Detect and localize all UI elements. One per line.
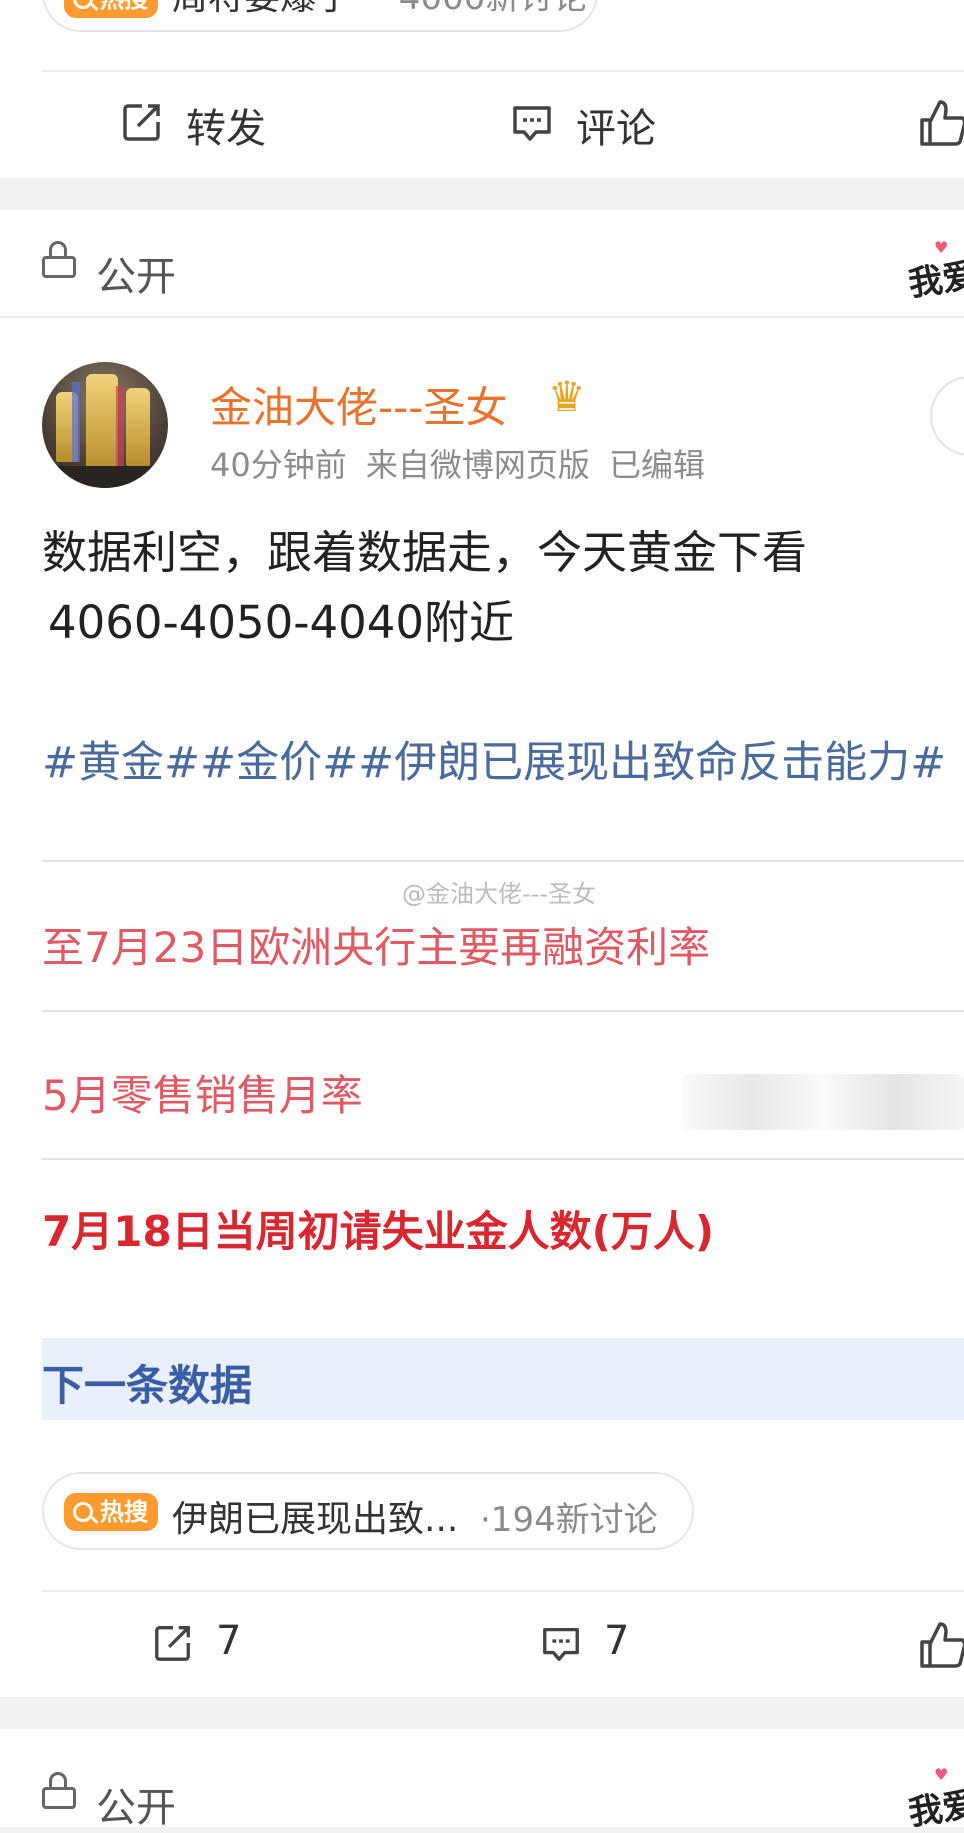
embed-row-1-text: 至7月23日欧洲央行主要再融资利率: [42, 923, 711, 972]
visibility-label: 公开: [96, 254, 176, 300]
edited-label: 已编辑: [608, 446, 705, 484]
search-icon: [73, 0, 93, 9]
comment-label: 评论: [576, 106, 656, 152]
visibility-label: 公开: [96, 1785, 176, 1831]
repost-button[interactable]: 转发: [120, 96, 280, 152]
avatar[interactable]: [42, 362, 168, 488]
like-icon[interactable]: [918, 1620, 964, 1670]
author-name[interactable]: 金油大佬---圣女: [210, 374, 507, 435]
embed-row-4-text: 下一条数据: [42, 1361, 253, 1410]
post-card: 公开 我爱 ♥ 金油大佬---圣女 ♛ 40分钟前 来自微博网页版 已编辑 数据…: [0, 210, 964, 1697]
comment-count: 7: [604, 1618, 630, 1664]
post-meta: 40分钟前 来自微博网页版 已编辑: [210, 440, 705, 486]
hot-search-badge: 热搜: [64, 1493, 158, 1531]
trending-topic-pill[interactable]: 热搜 伊朗已展现出致... ·194新讨论: [42, 1472, 694, 1550]
love-decoration-icon: 我爱 ♥: [904, 1765, 964, 1827]
comment-icon: [543, 1627, 579, 1661]
repost-count: 7: [216, 1618, 242, 1664]
divider: [42, 1590, 964, 1592]
repost-icon: [155, 1626, 190, 1661]
lock-icon: [42, 241, 76, 278]
trending-topic-text: 伊朗已展现出致...: [172, 1499, 459, 1540]
repost-icon: [123, 104, 160, 141]
post-time: 40分钟前: [210, 446, 347, 484]
embed-row-3: 7月18日当周初请失业金人数(万人): [42, 1158, 964, 1340]
hot-search-badge: 热搜: [64, 0, 158, 18]
embed-row-3-text: 7月18日当周初请失业金人数(万人): [42, 1207, 715, 1256]
repost-button[interactable]: 7: [152, 1618, 272, 1670]
embed-row-4: 下一条数据: [42, 1338, 964, 1420]
next-post-card: 公开 我爱 ♥: [0, 1729, 964, 1831]
post-text-line-2: 4060-4050-4040附近: [48, 596, 515, 649]
comment-button[interactable]: 评论: [510, 96, 670, 152]
trending-topic-text: 周将要爆了: [172, 0, 352, 20]
like-icon[interactable]: [918, 98, 964, 148]
repost-label: 转发: [186, 106, 266, 152]
trending-topic-pill[interactable]: 热搜 周将要爆了 ·4000新讨论: [42, 0, 598, 32]
lock-icon: [42, 1772, 76, 1809]
search-icon: [73, 1502, 93, 1522]
crown-icon: ♛: [548, 372, 586, 421]
divider: [42, 70, 964, 72]
love-decoration-icon: 我爱 ♥: [904, 238, 964, 298]
embed-row-1: 至7月23日欧洲央行主要再融资利率 @金油大佬---圣女: [42, 860, 964, 1012]
embed-row-2: 5月零售销售月率: [42, 1010, 964, 1160]
trending-count: ·4000新讨论: [388, 0, 587, 19]
love-decoration-text: 我爱: [906, 1784, 964, 1827]
follow-button[interactable]: [930, 376, 964, 456]
embed-row-2-text: 5月零售销售月率: [42, 1071, 363, 1120]
post-text-line-1: 数据利空，跟着数据走，今天黄金下看: [42, 526, 808, 579]
comment-button[interactable]: 7: [540, 1618, 660, 1670]
comment-icon: [513, 106, 551, 141]
hashtags[interactable]: #黄金##金价##伊朗已展现出致命反击能力#: [42, 728, 946, 790]
top-post-card: 热搜 周将要爆了 ·4000新讨论 转发 评论: [0, 0, 964, 178]
image-watermark: @金油大佬---圣女: [402, 880, 596, 908]
trending-count: ·194新讨论: [480, 1500, 658, 1540]
post-source: 来自微博网页版: [365, 446, 590, 484]
divider: [0, 316, 964, 318]
